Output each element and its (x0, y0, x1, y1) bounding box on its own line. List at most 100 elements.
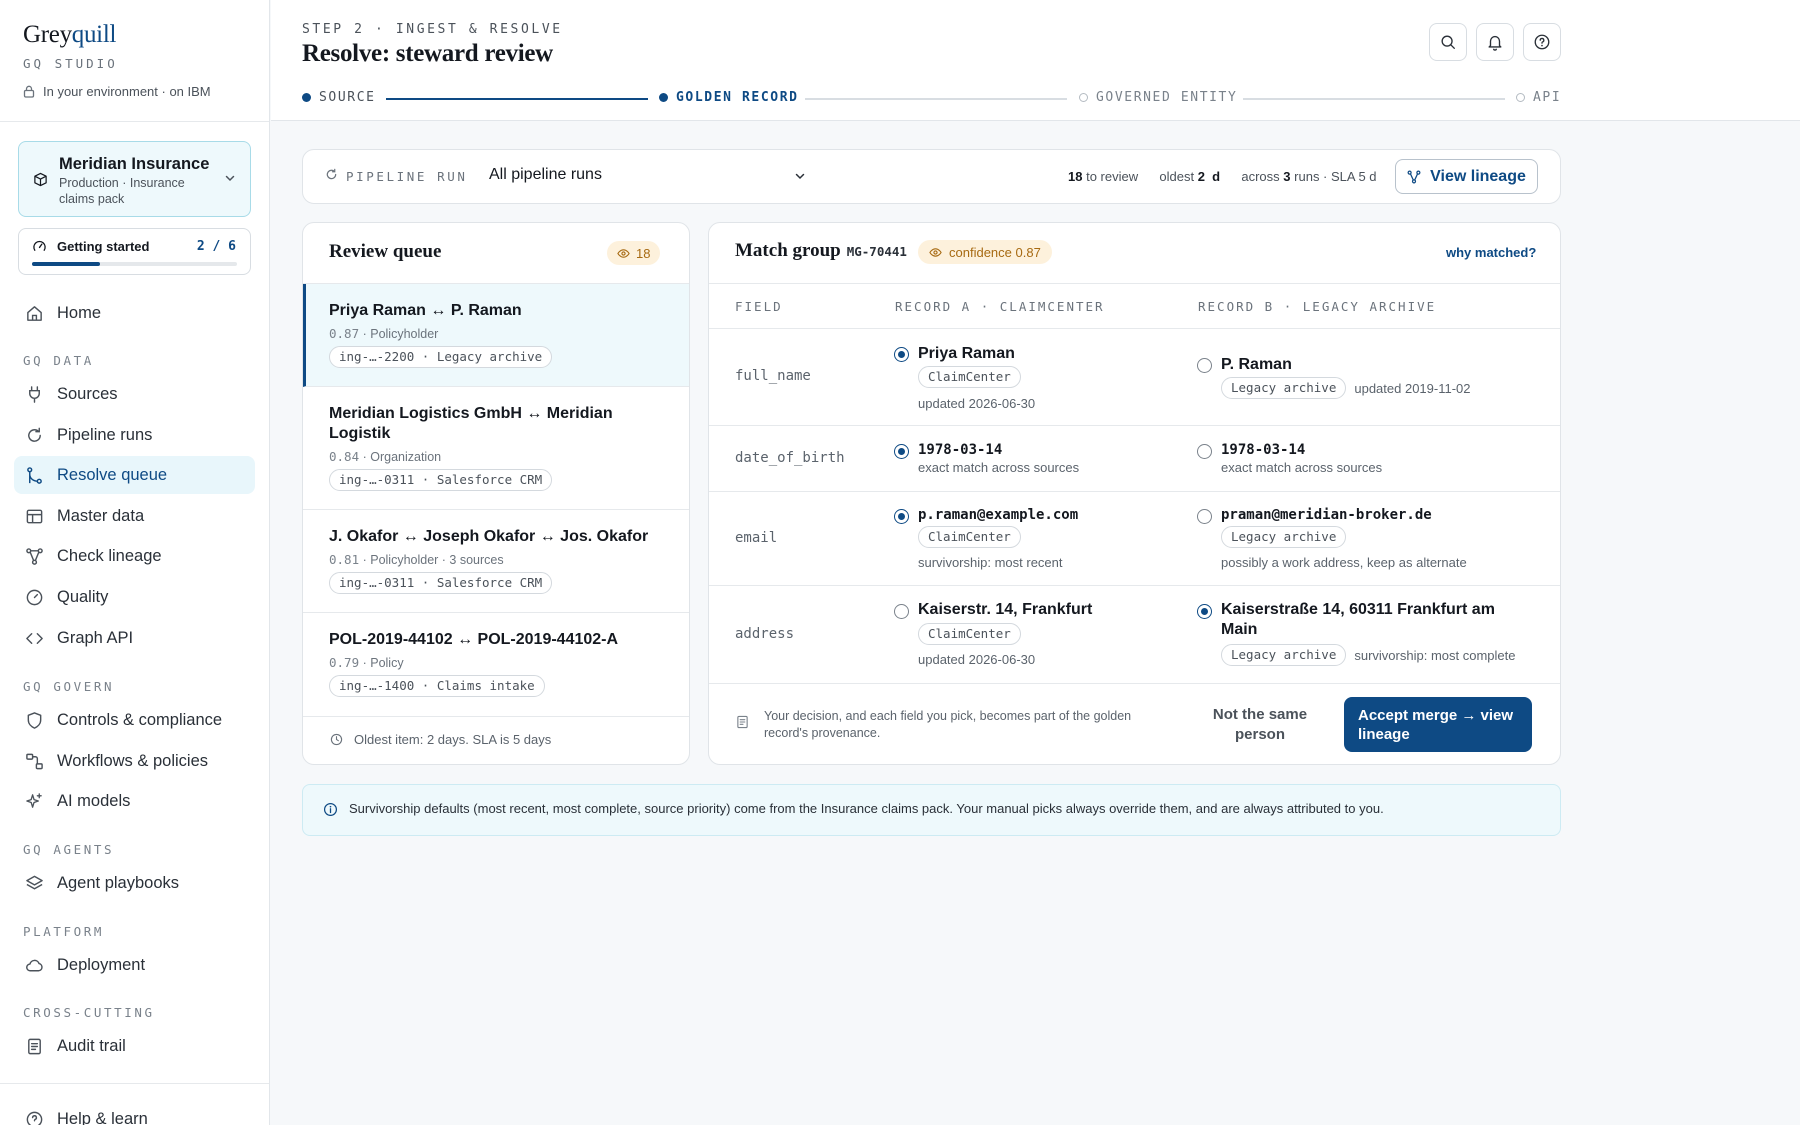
record-a-source: ClaimCenter (918, 526, 1021, 548)
record-a-note: exact match across sources (918, 460, 1080, 475)
step-source[interactable]: SOURCE (302, 90, 376, 105)
nav-pipeline-runs-label: Pipeline runs (57, 425, 153, 444)
record-a-source: ClaimCenter (918, 366, 1021, 388)
queue-item-active[interactable]: Priya Raman ↔ P. Raman 0.87 · Policyhold… (303, 284, 689, 387)
source-pill: ing-…-1400 · Claims intake (329, 675, 545, 697)
nav-resolve-queue-label: Resolve queue (57, 465, 168, 484)
queue-stats: 18 to review oldest 2 d across 3 runs · … (1068, 169, 1377, 184)
lock-icon (23, 85, 35, 98)
nav-section-gq-agents: GQ AGENTS (23, 842, 115, 857)
nav-help-learn[interactable]: Help & learn (14, 1100, 255, 1125)
queue-item-source: ing-…-0311 · Salesforce CRM (329, 469, 553, 491)
sparkles-icon (25, 792, 44, 811)
nav-check-lineage-label: Check lineage (57, 546, 162, 565)
nav-check-lineage[interactable]: Check lineage (14, 537, 255, 575)
nav-workflows-label: Workflows & policies (57, 751, 208, 770)
search-button[interactable] (1429, 23, 1467, 61)
confidence-badge: confidence 0.87 (918, 240, 1052, 264)
column-header-field: FIELD (735, 299, 783, 314)
nav-quality-label: Quality (57, 587, 109, 606)
stat-across-text: across (1241, 169, 1280, 184)
queue-item-title: J. Okafor ↔ Joseph Okafor ↔ Jos. Okafor (329, 528, 649, 545)
nav-pipeline-runs[interactable]: Pipeline runs (14, 416, 255, 454)
queue-item-score: 0.84 (329, 449, 360, 464)
view-lineage-button[interactable]: View lineage (1395, 159, 1538, 194)
queue-count-badge: 18 (607, 241, 661, 265)
queue-item-source: ing-…-1400 · Claims intake (329, 675, 545, 697)
step-dot (1516, 93, 1525, 102)
record-b-radio[interactable] (1197, 509, 1212, 524)
document-icon (25, 1037, 44, 1056)
lineage-icon (25, 547, 44, 566)
record-b-radio[interactable] (1197, 444, 1212, 459)
nav-audit-trail[interactable]: Audit trail (14, 1027, 255, 1065)
nav-deployment[interactable]: Deployment (14, 946, 255, 984)
nav-master-data[interactable]: Master data (14, 497, 255, 535)
pipeline-run-select[interactable]: All pipeline runs (480, 163, 814, 189)
record-b-radio[interactable] (1197, 358, 1212, 373)
field-name: email (735, 530, 778, 546)
record-b-radio[interactable] (1197, 604, 1212, 619)
record-b-value: 1978-03-14 (1221, 442, 1306, 458)
record-a-radio[interactable] (894, 347, 909, 362)
bell-icon (1486, 33, 1504, 51)
help-button[interactable] (1523, 23, 1561, 61)
nav-ai-models[interactable]: AI models (14, 782, 255, 820)
match-group-title: Match group (735, 240, 841, 261)
queue-item[interactable]: Meridian Logistics GmbH ↔ Meridian Logis… (303, 387, 689, 510)
refresh-icon (325, 168, 338, 181)
nav-sources[interactable]: Sources (14, 375, 255, 413)
queue-item-meta: 0.79 · Policy (329, 655, 404, 670)
record-a-radio[interactable] (894, 444, 909, 459)
accept-merge-button[interactable]: Accept merge → view lineage (1344, 697, 1532, 752)
view-lineage-label: View lineage (1430, 167, 1526, 185)
step-api[interactable]: API (1516, 90, 1561, 105)
step-dot (302, 93, 311, 102)
divider (709, 585, 1560, 586)
brand-logo[interactable]: Greyquill (23, 21, 116, 49)
record-a-radio[interactable] (894, 509, 909, 524)
queue-item-title: Priya Raman ↔ P. Raman (329, 302, 522, 319)
nav-controls-compliance[interactable]: Controls & compliance (14, 701, 255, 739)
step-label: GOLDEN RECORD (676, 90, 799, 105)
nav-workflows-policies[interactable]: Workflows & policies (14, 742, 255, 780)
source-pill: Legacy archive (1221, 526, 1347, 548)
refresh-icon (25, 426, 44, 445)
stat-runs-count: 3 (1283, 169, 1291, 184)
help-icon (25, 1110, 44, 1125)
why-matched-link[interactable]: why matched? (1446, 245, 1536, 260)
nav-resolve-queue[interactable]: Resolve queue (14, 456, 255, 494)
pipeline-run-value: All pipeline runs (489, 166, 602, 183)
queue-item[interactable]: J. Okafor ↔ Joseph Okafor ↔ Jos. Okafor … (303, 510, 689, 613)
queue-footer-text: Oldest item: 2 days. SLA is 5 days (354, 732, 552, 747)
queue-item[interactable]: POL-2019-44102 ↔ POL-2019-44102-A 0.79 ·… (303, 613, 689, 717)
record-a-note: updated 2026-06-30 (918, 396, 1036, 411)
queue-item-source: ing-…-0311 · Salesforce CRM (329, 572, 553, 594)
nav-section-cross-cutting: CROSS-CUTTING (23, 1005, 155, 1020)
chevron-down-icon (224, 172, 236, 184)
divider (709, 328, 1560, 329)
source-pill: ing-…-0311 · Salesforce CRM (329, 469, 553, 491)
nav-quality[interactable]: Quality (14, 578, 255, 616)
search-icon (1439, 33, 1457, 51)
source-pill: ClaimCenter (918, 526, 1021, 548)
divider (709, 425, 1560, 426)
queue-item-meta: 0.84 · Organization (329, 449, 441, 464)
nav-graph-api[interactable]: Graph API (14, 619, 255, 657)
lineage-icon (1407, 170, 1421, 184)
step-governed-entity[interactable]: GOVERNED ENTITY (1079, 90, 1237, 105)
nav-home[interactable]: Home (14, 294, 255, 332)
step-golden-record[interactable]: GOLDEN RECORD (659, 90, 799, 105)
getting-started-card[interactable]: Getting started 2 / 6 (18, 228, 251, 275)
workspace-switcher[interactable]: Meridian Insurance Production · Insuranc… (18, 141, 251, 217)
queue-count: 18 (636, 245, 651, 261)
not-same-person-button[interactable]: Not the same person (1200, 705, 1320, 745)
divider (709, 491, 1560, 492)
nav-section-platform: PLATFORM (23, 924, 105, 939)
page-title: Resolve: steward review (302, 40, 553, 67)
record-a-radio[interactable] (894, 604, 909, 619)
notifications-button[interactable] (1476, 23, 1514, 61)
step-kicker: STEP 2 · INGEST & RESOLVE (302, 22, 563, 37)
help-icon (1533, 33, 1551, 51)
nav-agent-playbooks[interactable]: Agent playbooks (14, 864, 255, 902)
